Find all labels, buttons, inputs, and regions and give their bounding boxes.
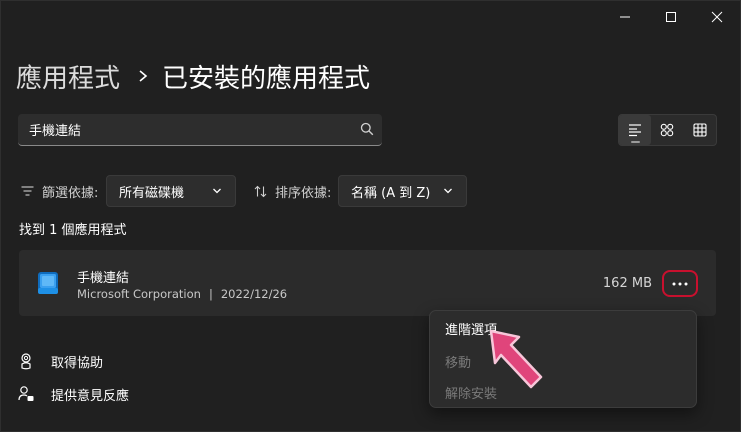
filter-icon xyxy=(21,186,34,196)
chevron-down-icon xyxy=(444,188,452,194)
pointer-arrow-icon xyxy=(489,329,543,389)
sort-icon xyxy=(254,185,267,197)
feedback-link[interactable]: 提供意見反應 xyxy=(17,383,129,405)
chevron-right-icon xyxy=(138,69,148,83)
app-name: 手機連結 xyxy=(77,271,130,286)
maximize-button[interactable] xyxy=(648,1,694,33)
maximize-icon xyxy=(666,12,676,22)
more-options-button[interactable] xyxy=(662,270,698,297)
sort-label: 排序依據: xyxy=(254,175,331,207)
help-icon xyxy=(21,353,31,370)
feedback-label: 提供意見反應 xyxy=(51,388,130,404)
app-install-date: 2022/12/26 xyxy=(220,287,288,301)
tile-view-button[interactable] xyxy=(651,115,683,145)
get-help-label: 取得協助 xyxy=(51,355,104,371)
search-icon[interactable] xyxy=(360,122,374,136)
app-list-item: 手機連結 Microsoft Corporation | 2022/12/26 16… xyxy=(19,250,716,316)
close-icon xyxy=(711,11,723,23)
feedback-icon xyxy=(18,386,34,401)
filter-dropdown[interactable]: 所有磁碟機 xyxy=(106,175,236,207)
close-button[interactable] xyxy=(694,1,740,33)
search-input[interactable] xyxy=(18,114,348,144)
grid-view-button[interactable] xyxy=(684,115,716,145)
menu-item-move: 移動 xyxy=(445,356,472,371)
sort-dropdown[interactable]: 名稱 (A 到 Z) xyxy=(338,175,467,207)
app-size: 162 MB xyxy=(602,276,652,291)
breadcrumb: 應用程式 已安裝的應用程式 xyxy=(16,56,370,96)
get-help-link[interactable]: 取得協助 xyxy=(17,350,103,372)
list-view-icon xyxy=(629,124,642,137)
chevron-down-icon xyxy=(213,188,221,194)
page-title: 已安裝的應用程式 xyxy=(162,63,371,94)
filter-sort-row: 篩選依據: 所有磁碟機 排序依據: 名稱 (A 到 Z) xyxy=(1,175,741,207)
meta-separator: | xyxy=(208,287,213,301)
more-options-icon xyxy=(672,282,688,285)
app-meta: Microsoft Corporation | 2022/12/26 xyxy=(77,287,287,301)
search-box[interactable] xyxy=(18,114,382,146)
filter-label-text: 篩選依據: xyxy=(42,185,99,201)
list-view-button[interactable] xyxy=(619,115,652,145)
breadcrumb-parent[interactable]: 應用程式 xyxy=(16,58,120,95)
filter-dropdown-value: 所有磁碟機 xyxy=(119,185,185,201)
phone-link-app-icon xyxy=(38,272,58,294)
minimize-icon xyxy=(620,16,630,18)
minimize-button[interactable] xyxy=(602,1,648,33)
view-mode-toggle xyxy=(618,114,717,146)
tile-view-icon xyxy=(661,123,674,137)
results-count: 找到 1 個應用程式 xyxy=(19,223,127,238)
context-menu: 進階選項 移動 解除安裝 xyxy=(429,310,697,408)
sort-label-text: 排序依據: xyxy=(275,185,332,201)
sort-dropdown-value: 名稱 (A 到 Z) xyxy=(351,185,431,201)
filter-label: 篩選依據: xyxy=(21,175,98,207)
grid-view-icon xyxy=(693,123,707,137)
app-publisher: Microsoft Corporation xyxy=(77,287,201,301)
